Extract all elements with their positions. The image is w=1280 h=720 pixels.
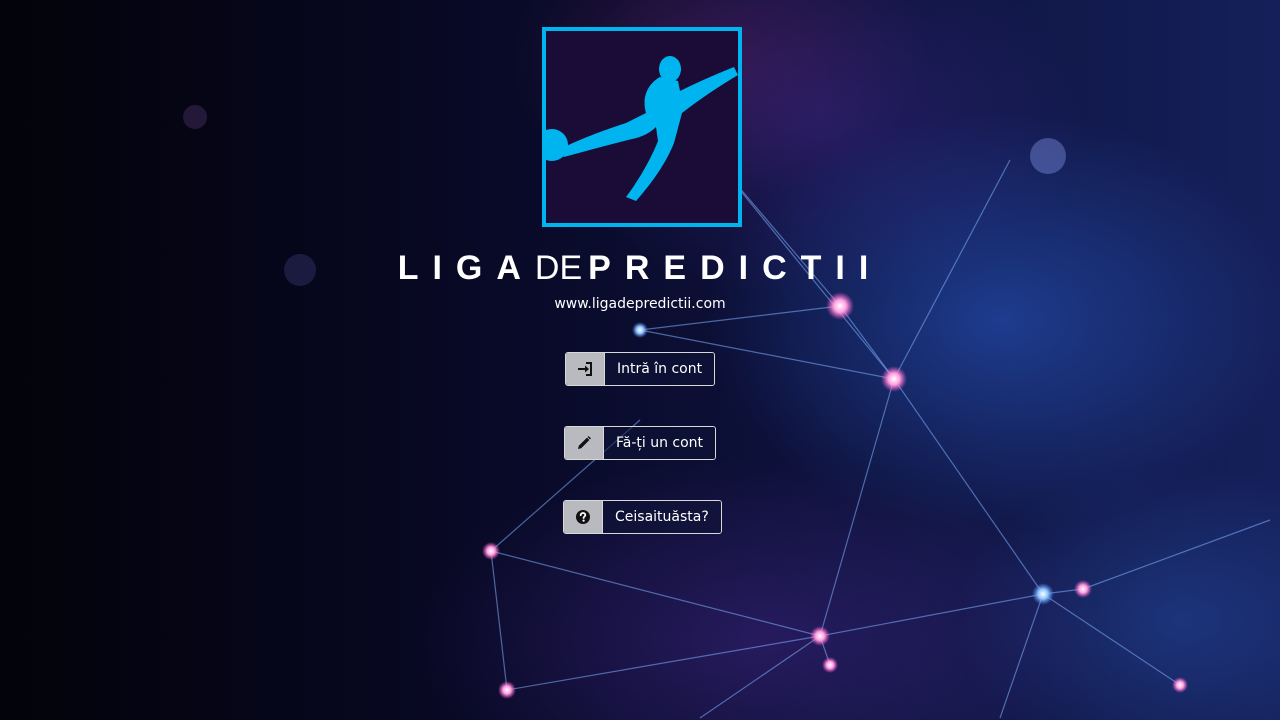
football-player-kick-icon (546, 56, 738, 201)
about-button-label: Ceisaituăsta? (603, 501, 721, 533)
brand-title: LIGADE PREDICTII (0, 248, 1280, 288)
pencil-icon (565, 427, 604, 459)
brand-title-part2: DE (534, 249, 583, 287)
about-button[interactable]: Ceisaituăsta? (563, 500, 722, 534)
brand-title-part3: PREDICTII (588, 249, 883, 287)
register-button[interactable]: Fă-ți un cont (564, 426, 717, 460)
question-circle-icon (564, 501, 603, 533)
login-button[interactable]: Intră în cont (565, 352, 716, 386)
login-button-label: Intră în cont (605, 353, 715, 385)
website-url: www.ligadepredictii.com (554, 296, 726, 312)
sign-in-icon (566, 353, 605, 385)
register-button-label: Fă-ți un cont (604, 427, 716, 459)
brand-title-part1: LIGA (397, 249, 535, 287)
logo (542, 27, 742, 227)
